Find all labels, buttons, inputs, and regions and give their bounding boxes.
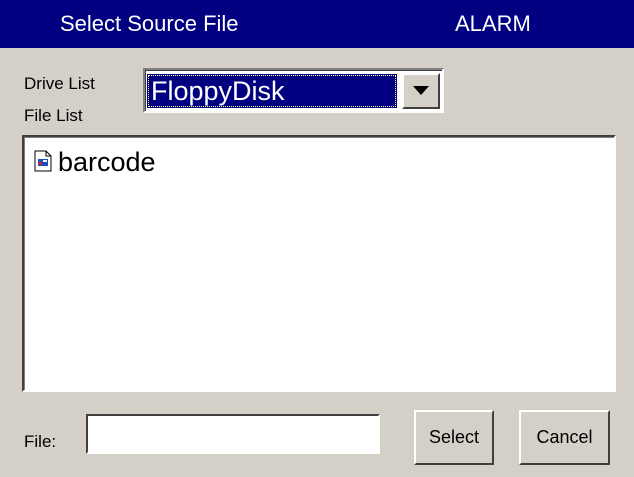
drive-dropdown-button[interactable] <box>402 73 440 109</box>
file-name: barcode <box>58 147 156 177</box>
drive-list-label: Drive List <box>24 74 95 93</box>
file-label: File: <box>24 432 57 451</box>
selected-drive[interactable]: FloppyDisk <box>147 74 397 108</box>
drive-list-dropdown[interactable]: FloppyDisk <box>143 68 444 113</box>
file-name-input[interactable] <box>86 414 380 454</box>
select-button[interactable]: Select <box>414 410 494 465</box>
cancel-button[interactable]: Cancel <box>519 410 610 465</box>
file-list[interactable]: barcode <box>22 135 616 392</box>
chevron-down-icon <box>413 86 429 95</box>
file-icon <box>34 150 52 172</box>
file-list-label: File List <box>24 106 83 125</box>
select-source-file-window: Select Source File ALARM Drive List File… <box>0 0 634 477</box>
alarm-status: ALARM <box>455 11 531 36</box>
window-title: Select Source File <box>60 11 239 36</box>
title-bar: Select Source File ALARM <box>0 0 634 48</box>
